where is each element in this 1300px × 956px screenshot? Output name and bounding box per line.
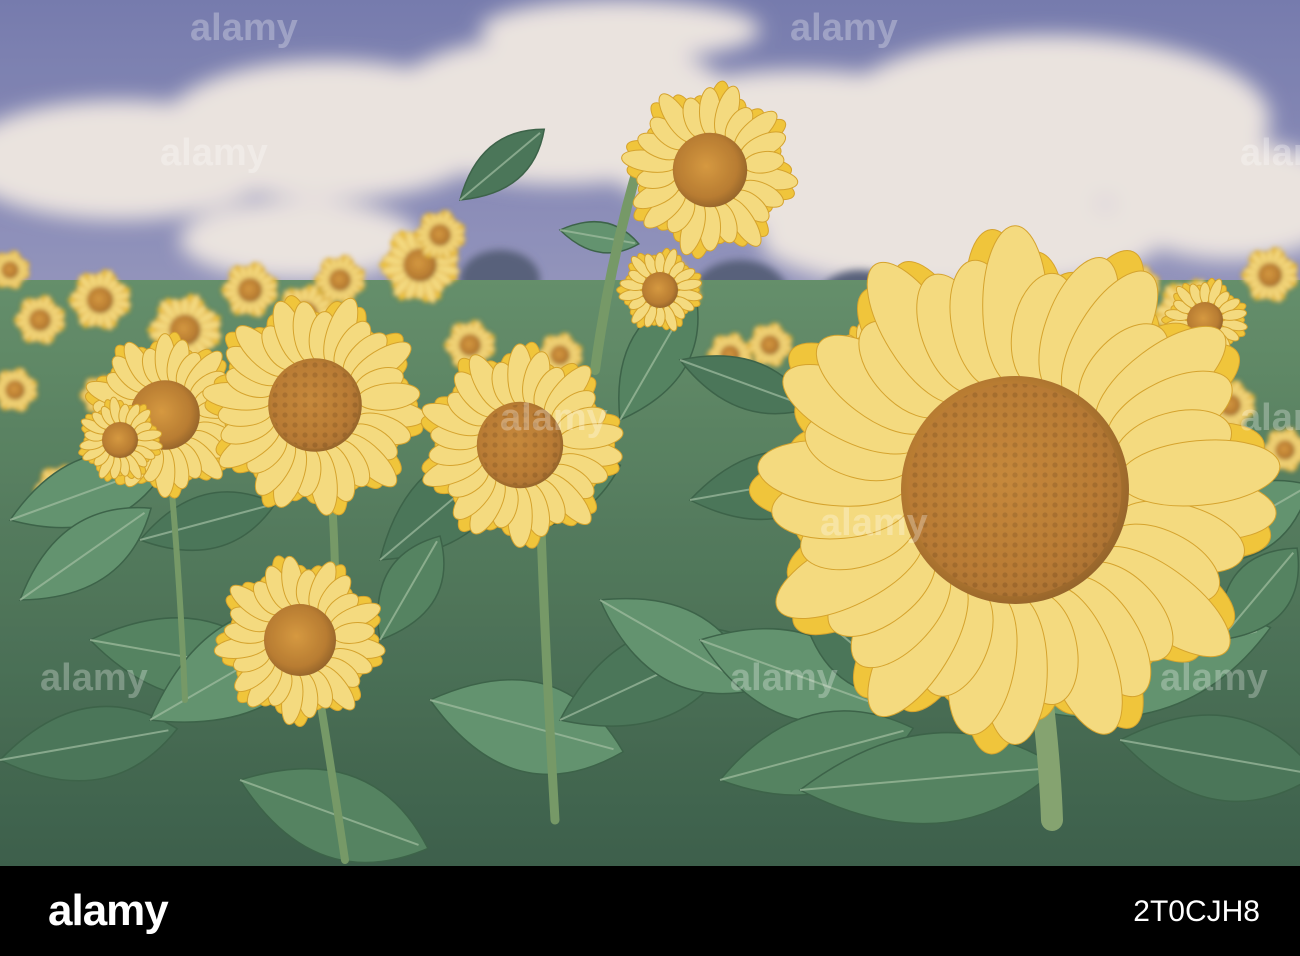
- brand-logo: alamy: [48, 886, 169, 935]
- sunflower-field-photo: alamyalamyalamyalamyalamyalamyalamyalamy…: [0, 0, 1300, 866]
- image-id-label: 2T0CJH8: [1133, 895, 1260, 928]
- stock-footer-bar: alamy 2T0CJH8: [0, 866, 1300, 956]
- photo-scene: [0, 0, 1300, 866]
- vintage-tint: [0, 0, 1300, 866]
